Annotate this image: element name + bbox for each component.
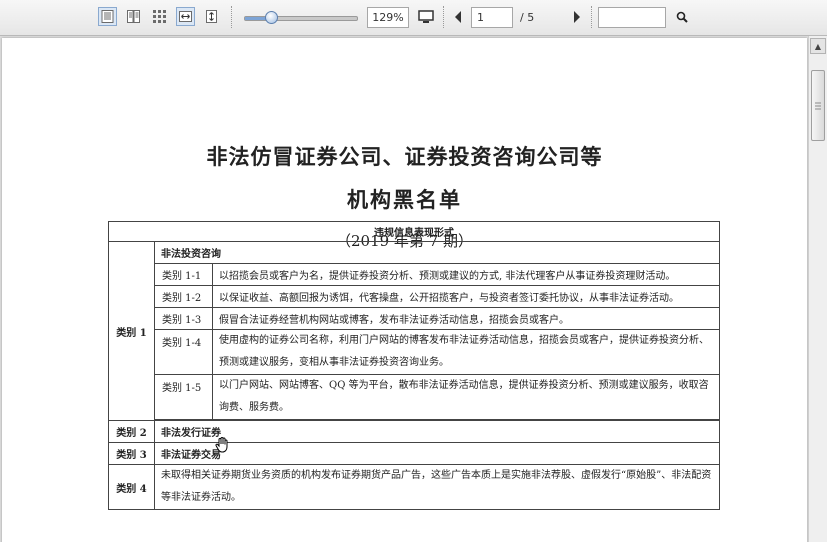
- hand-cursor-icon: [215, 437, 228, 453]
- category-3-text: 非法证券交易: [154, 442, 720, 465]
- page-count-label: / 5: [520, 11, 535, 24]
- fit-width-button[interactable]: [176, 7, 195, 26]
- row-code: 类别 1-2: [154, 285, 213, 308]
- zoom-level-value: 129%: [372, 11, 404, 24]
- category-1-subheading: 非法投资咨询: [154, 241, 720, 264]
- document-title-line1: 非法仿冒证券公司、证券投资咨询公司等: [206, 144, 603, 169]
- blacklist-table: 违规信息表现形式 类别 1 非法投资咨询 类别 1-1 以招揽会员或客户为名，提…: [108, 221, 720, 510]
- table-row: 类别 1-4 使用虚构的证券公司名称，利用门户网站的博客发布非法证券活动信息，招…: [109, 329, 720, 375]
- fit-width-icon: [179, 11, 192, 22]
- fit-height-icon: [206, 10, 217, 23]
- scroll-up-button[interactable]: ▲: [810, 38, 826, 54]
- table-row: 类别 1-2 以保证收益、高额回报为诱饵，代客操盘，公开招揽客户，与投资者签订委…: [109, 285, 720, 308]
- document-title-line2: 机构黑名单: [347, 187, 462, 212]
- toolbar-separator: [591, 6, 594, 28]
- single-page-view-icon: [101, 10, 114, 23]
- row-code: 类别 1-5: [154, 374, 213, 420]
- row-text: 以门户网站、网站博客、QQ 等为平台，散布非法证券活动信息，提供证券投资分析、预…: [212, 374, 720, 420]
- thumbnail-grid-icon: [153, 10, 166, 23]
- category-2-label: 类别 2: [108, 420, 155, 443]
- page-number-value: 1: [477, 11, 484, 24]
- category-3-label: 类别 3: [108, 442, 155, 465]
- arrow-right-icon: [574, 11, 580, 23]
- page-number-input[interactable]: 1: [471, 7, 513, 28]
- next-page-button[interactable]: [570, 9, 584, 25]
- two-page-view-icon: [127, 10, 140, 23]
- search-input[interactable]: [598, 7, 666, 28]
- fit-height-button[interactable]: [202, 7, 221, 26]
- row-text: 以保证收益、高额回报为诱饵，代客操盘，公开招揽客户，与投资者签订委托协议，从事非…: [212, 285, 720, 308]
- arrow-left-icon: [455, 11, 461, 23]
- category-4-label: 类别 4: [108, 464, 155, 510]
- row-text: 假冒合法证券经营机构网站或博客，发布非法证券活动信息，招揽会员或客户。: [212, 307, 720, 330]
- two-page-view-button[interactable]: [124, 7, 143, 26]
- scrollbar-thumb[interactable]: [811, 70, 825, 141]
- previous-page-button[interactable]: [451, 9, 465, 25]
- search-icon: [676, 11, 688, 23]
- zoom-slider-thumb[interactable]: [264, 11, 278, 24]
- row-text: 使用虚构的证券公司名称，利用门户网站的博客发布非法证券活动信息，招揽会员或客户，…: [212, 329, 720, 375]
- toolbar-separator: [443, 6, 446, 28]
- category-4-text: 未取得相关证券期货业务资质的机构发布证券期货产品广告，这些广告本质上是实施非法荐…: [154, 464, 720, 510]
- row-code: 类别 1-1: [154, 263, 213, 286]
- table-header: 违规信息表现形式: [108, 221, 720, 242]
- thumbnail-grid-button[interactable]: [150, 7, 169, 26]
- zoom-level-field[interactable]: 129%: [367, 7, 409, 28]
- category-2-text: 非法发行证券: [154, 420, 720, 443]
- row-code: 类别 1-4: [154, 329, 213, 375]
- scroll-up-icon: ▲: [814, 41, 822, 51]
- row-text: 以招揽会员或客户为名，提供证券投资分析、预测或建议的方式, 非法代理客户从事证券…: [212, 263, 720, 286]
- grip-icon: [815, 102, 821, 110]
- category-1-label: 类别 1: [108, 241, 155, 421]
- toolbar-separator: [231, 6, 234, 28]
- monitor-icon: [418, 10, 434, 23]
- fullscreen-button[interactable]: [416, 7, 436, 27]
- single-page-view-button[interactable]: [98, 7, 117, 26]
- table-row: 类别 1-1 以招揽会员或客户为名，提供证券投资分析、预测或建议的方式, 非法代…: [109, 263, 720, 286]
- table-row: 类别 1-5 以门户网站、网站博客、QQ 等为平台，散布非法证券活动信息，提供证…: [109, 374, 720, 420]
- search-button[interactable]: [674, 9, 690, 25]
- row-code: 类别 1-3: [154, 307, 213, 330]
- viewer-toolbar: 129% 1 / 5: [0, 0, 827, 36]
- vertical-scrollbar[interactable]: ▲: [808, 36, 827, 542]
- table-row: 类别 1-3 假冒合法证券经营机构网站或博客，发布非法证券活动信息，招揽会员或客…: [109, 307, 720, 330]
- zoom-slider-track[interactable]: [244, 16, 358, 21]
